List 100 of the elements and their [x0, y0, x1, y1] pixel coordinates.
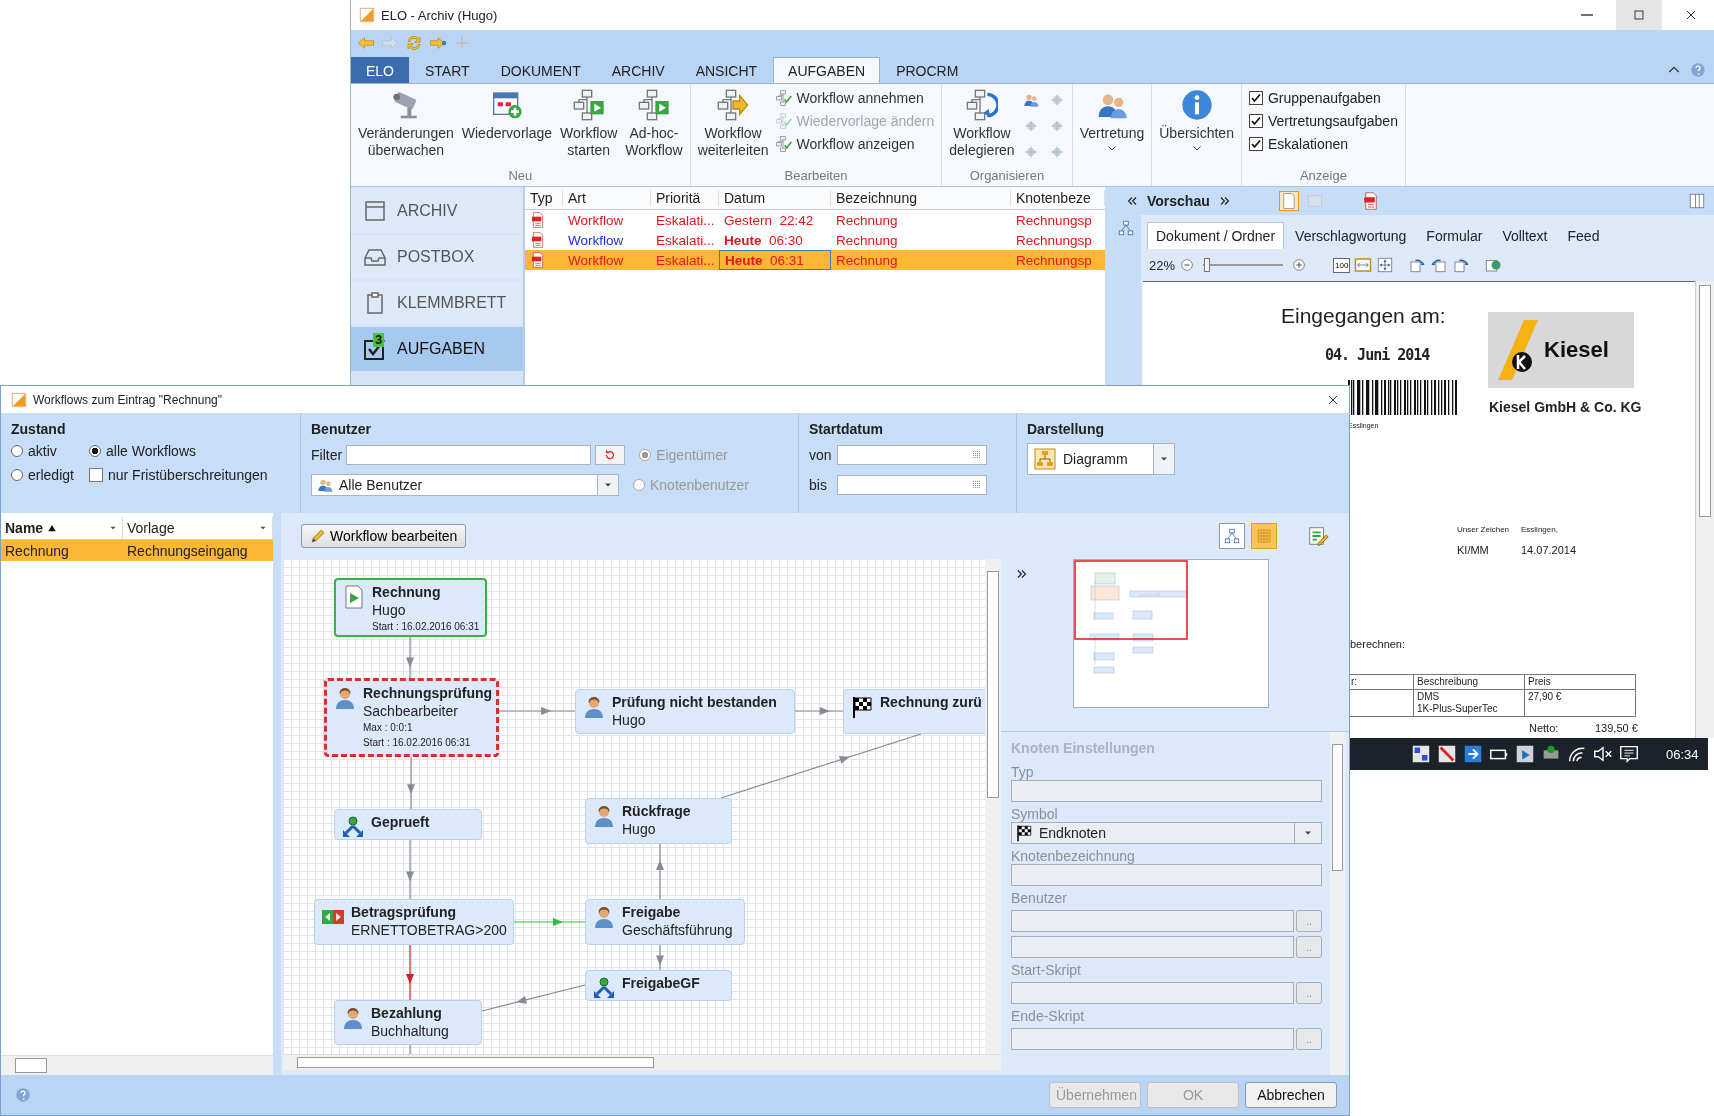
pdf-icon[interactable]	[1361, 192, 1380, 210]
dialog-button[interactable]: Abbrechen	[1245, 1082, 1337, 1108]
app-menu-tab[interactable]: ELO	[351, 57, 409, 83]
ribbon-button[interactable]: Wiedervorlage	[458, 87, 556, 144]
column-header[interactable]: Art	[563, 190, 651, 206]
preview-tab[interactable]: Volltext	[1493, 222, 1557, 249]
column-header[interactable]: Datum	[719, 190, 831, 206]
checkbox[interactable]: nur Fristüberschreitungen	[89, 467, 290, 483]
preview-tab[interactable]: Feed	[1558, 222, 1609, 249]
radio-button[interactable]: alle Workflows	[89, 443, 290, 459]
ribbon-tab[interactable]: ANSICHT	[680, 57, 773, 83]
page-icon[interactable]	[1279, 192, 1298, 210]
workflow-row[interactable]: Rechnung Rechnungseingang	[1, 540, 273, 561]
tree-view-button[interactable]	[1219, 523, 1245, 549]
radio-button[interactable]: aktiv	[11, 443, 89, 459]
ribbon-tab[interactable]: ARCHIV	[596, 57, 680, 83]
checkbox-box[interactable]	[1248, 91, 1263, 105]
radio-circle[interactable]	[89, 445, 101, 457]
nav-item[interactable]: KLEMMBRETT	[351, 281, 523, 325]
workflow-node[interactable]: Prüfung nicht bestanden Hugo	[575, 689, 795, 734]
tray-icon[interactable]	[1462, 743, 1484, 765]
edit-workflow-button[interactable]: Workflow bearbeiten	[301, 524, 467, 548]
fit-width-icon[interactable]	[1354, 256, 1373, 274]
help-icon[interactable]	[15, 1087, 31, 1103]
workflow-node[interactable]: FreigabeGF	[585, 970, 732, 1001]
zoom-out-icon[interactable]	[1179, 257, 1196, 273]
workflow-node[interactable]: Rechnung Hugo Start : 16.02.2016 06:31	[334, 578, 487, 637]
ribbon-button[interactable]: Veränderungen überwachen	[355, 87, 457, 161]
ribbon-tab[interactable]: PROCRM	[881, 57, 974, 83]
speaker-muted-icon[interactable]	[1592, 743, 1614, 765]
checkbox-box[interactable]	[89, 468, 103, 482]
checkbox[interactable]: Gruppenaufgaben	[1245, 88, 1401, 108]
ribbon-tab[interactable]: DOKUMENT	[485, 57, 596, 83]
ribbon-menu-button[interactable]: Vertretung	[1076, 87, 1148, 156]
scrollbar[interactable]	[283, 1054, 1001, 1070]
radio-button[interactable]: erledigt	[11, 467, 89, 483]
scrollbar[interactable]	[985, 559, 1001, 1054]
expand-icon[interactable]	[1015, 567, 1029, 581]
column-header[interactable]: Name	[1, 517, 123, 539]
minimap-drawing[interactable]	[1073, 559, 1269, 708]
checkbox[interactable]: Vertretungsaufgaben	[1245, 111, 1401, 131]
ribbon-button[interactable]: Workflow delegieren	[946, 87, 1018, 161]
checkbox-box[interactable]	[1248, 137, 1263, 151]
radio-circle[interactable]	[11, 445, 23, 457]
ribbon-button[interactable]: Workflow weiterleiten	[694, 87, 772, 161]
task-row[interactable]: Workflow Eskalati... Heute 06:30 Rechnung Rechnungsp	[525, 230, 1105, 250]
text-field[interactable]	[1011, 910, 1294, 932]
workflow-node[interactable]: Bezahlung Buchhaltung	[334, 1000, 482, 1045]
preview-tab[interactable]: Dokument / Ordner	[1147, 222, 1285, 249]
preview-tab[interactable]: Formular	[1417, 222, 1492, 249]
radio-circle[interactable]	[11, 469, 23, 481]
tray-icon[interactable]	[1410, 743, 1432, 765]
notifications-icon[interactable]	[1618, 743, 1640, 765]
workflow-node[interactable]: Freigabe Geschäftsführung	[585, 899, 745, 945]
workflow-node[interactable]: Geprueft	[334, 809, 482, 840]
checkbox-box[interactable]	[1248, 114, 1263, 128]
collapse-icon[interactable]	[1125, 194, 1139, 208]
help-icon[interactable]	[1690, 61, 1706, 78]
text-field[interactable]	[1011, 864, 1322, 886]
text-field[interactable]	[1011, 982, 1294, 1004]
filter-field[interactable]	[346, 445, 592, 465]
zoom-in-icon[interactable]	[1291, 257, 1308, 273]
ribbon-button[interactable]: Workflow anzeigen	[773, 134, 938, 154]
scrollbar[interactable]	[1695, 281, 1714, 738]
actual-size-button[interactable]: 100	[1333, 257, 1351, 273]
ribbon-tab[interactable]: START	[410, 57, 485, 83]
scrollbar[interactable]	[1330, 732, 1345, 1075]
user-select[interactable]: Alle Benutzer	[311, 474, 619, 496]
workflow-node[interactable]: Rückfrage Hugo	[585, 798, 732, 844]
refresh-icon[interactable]	[405, 34, 423, 52]
nav-item[interactable]: POSTBOX	[351, 235, 523, 279]
column-header[interactable]: Vorlage	[123, 517, 273, 539]
forward-arrow-icon[interactable]	[429, 34, 447, 52]
view-select[interactable]: Diagramm	[1027, 443, 1175, 475]
text-field[interactable]	[1011, 780, 1322, 802]
text-field[interactable]	[1011, 936, 1294, 958]
nav-item[interactable]: ARCHIV	[351, 189, 523, 233]
maximize-button[interactable]	[1616, 0, 1662, 30]
edit-properties-icon[interactable]	[1307, 525, 1329, 547]
date-field[interactable]	[837, 475, 987, 495]
task-row[interactable]: Workflow Eskalati... Gestern 22:42 Rechnung Rechnungsp	[525, 210, 1105, 230]
column-header[interactable]: Bezeichnung	[831, 190, 1011, 206]
zoom-slider-thumb[interactable]	[1204, 258, 1211, 272]
fit-page-icon[interactable]	[1376, 256, 1395, 274]
date-field[interactable]	[837, 445, 987, 465]
preview-tab[interactable]: Verschlagwortung	[1286, 222, 1416, 249]
workflow-node[interactable]: Rechnung zurü	[843, 689, 985, 734]
scrollbar[interactable]	[1, 1055, 273, 1075]
ribbon-tab[interactable]: AUFGABEN	[773, 57, 881, 83]
ribbon-button[interactable]: Workflow annehmen	[773, 88, 938, 108]
column-header[interactable]: Prioritä	[651, 190, 719, 206]
checkbox[interactable]: Eskalationen	[1245, 134, 1401, 154]
layout-icon[interactable]	[1688, 192, 1706, 210]
ribbon-menu-button[interactable]: Übersichten	[1156, 87, 1237, 156]
text-field[interactable]	[1011, 1028, 1294, 1050]
tray-icon[interactable]	[1436, 743, 1458, 765]
back-arrow-icon[interactable]	[357, 34, 375, 52]
column-header[interactable]: Typ	[525, 190, 563, 206]
workflow-node[interactable]: Rechnungsprüfung Sachbearbeiter Max : 0:0:1 Start : 16.02.2016 06:31	[324, 678, 499, 757]
reset-button[interactable]	[595, 445, 626, 465]
